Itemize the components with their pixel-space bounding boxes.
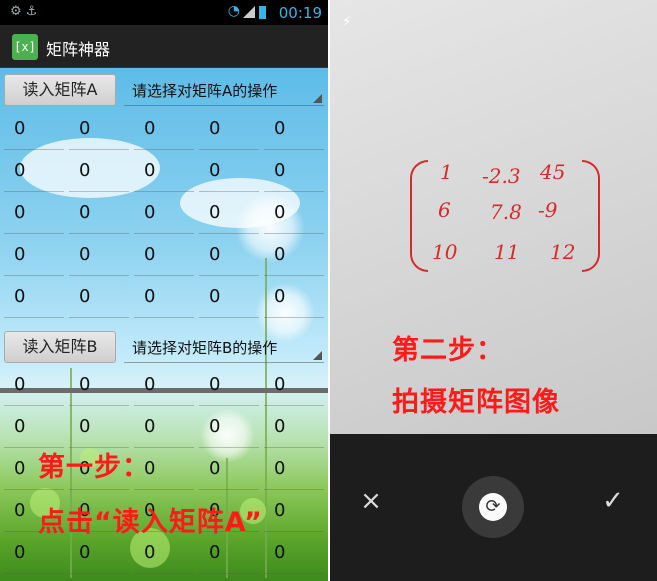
wifi-icon: ◔ <box>227 3 240 19</box>
step-one-title: 第一步： <box>38 452 150 483</box>
confirm-icon[interactable]: ✓ <box>598 486 628 516</box>
dropdown-arrow-icon <box>313 351 322 360</box>
matrix-cell-input[interactable]: 0 <box>134 196 194 234</box>
matrix-cell-input[interactable]: 0 <box>264 112 324 150</box>
matrix-cell-input[interactable]: 0 <box>4 410 64 448</box>
matrix-cell-input[interactable]: 0 <box>264 368 324 406</box>
matrix-cell-input[interactable]: 0 <box>199 112 259 150</box>
matrix-cell-input[interactable]: 0 <box>264 280 324 318</box>
status-bar: ⚙ ⚓ ◔ 00:19 <box>0 0 328 25</box>
matrix-cell-input[interactable]: 0 <box>134 112 194 150</box>
matrix-cell-input[interactable]: 0 <box>264 154 324 192</box>
matrix-cell-input[interactable]: 0 <box>4 368 64 406</box>
matrix-cell-input[interactable]: 0 <box>4 238 64 276</box>
matrix-cell-input[interactable]: 0 <box>4 154 64 192</box>
matrix-left-bracket <box>410 160 428 272</box>
matrix-b-header: 读入矩阵B 请选择对矩阵B的操作 <box>0 325 328 365</box>
matrix-cell-input[interactable]: 0 <box>199 410 259 448</box>
matrix-cell-input[interactable]: 0 <box>4 112 64 150</box>
main-content: 读入矩阵A 请选择对矩阵A的操作 00000000000000000000000… <box>0 68 328 581</box>
matrix-entry: 7.8 <box>490 200 522 224</box>
cancel-icon[interactable]: × <box>356 486 386 516</box>
matrix-b-operation-select[interactable]: 请选择对矩阵B的操作 <box>124 333 324 363</box>
matrix-cell-input[interactable]: 0 <box>264 410 324 448</box>
matrix-cell-input[interactable]: 0 <box>199 536 259 574</box>
matrix-cell-input[interactable]: 0 <box>69 112 129 150</box>
read-matrix-a-button[interactable]: 读入矩阵A <box>4 74 116 106</box>
matrix-cell-input[interactable]: 0 <box>264 494 324 532</box>
matrix-cell-input[interactable]: 0 <box>264 452 324 490</box>
matrix-cell-input[interactable]: 0 <box>134 238 194 276</box>
app-icon[interactable]: [x] <box>12 34 38 60</box>
retake-icon: ⟳ <box>479 493 507 521</box>
matrix-b-operation-label: 请选择对矩阵B的操作 <box>132 339 278 357</box>
matrix-cell-input[interactable]: 0 <box>199 154 259 192</box>
signal-icon <box>243 6 255 18</box>
matrix-right-bracket <box>582 160 600 272</box>
matrix-cell-input[interactable]: 0 <box>264 536 324 574</box>
matrix-cell-input[interactable]: 0 <box>69 368 129 406</box>
matrix-app-screen: ⚙ ⚓ ◔ 00:19 [x] 矩阵神器 读入矩阵A 请选择对矩阵A的操作 0 … <box>0 0 328 581</box>
action-bar: [x] 矩阵神器 <box>0 25 328 68</box>
matrix-cell-input[interactable]: 0 <box>69 196 129 234</box>
status-time: 00:19 <box>278 4 322 22</box>
matrix-cell-input[interactable]: 0 <box>199 368 259 406</box>
step-two-instruction: 拍摄矩阵图像 <box>392 387 560 418</box>
usb-debug-icon: ⚙ ⚓ <box>10 4 38 19</box>
matrix-entry: 12 <box>550 240 576 264</box>
battery-icon <box>259 6 266 19</box>
matrix-cell-input[interactable]: 0 <box>4 536 64 574</box>
read-matrix-b-button[interactable]: 读入矩阵B <box>4 331 116 363</box>
matrix-cell-input[interactable]: 0 <box>134 280 194 318</box>
dropdown-arrow-icon <box>313 94 322 103</box>
matrix-cell-input[interactable]: 0 <box>264 196 324 234</box>
matrix-cell-input[interactable]: 0 <box>69 536 129 574</box>
app-title: 矩阵神器 <box>46 40 111 59</box>
camera-screen: ⚡ 1 -2.3 45 6 7.8 -9 10 11 12 第二步： 拍摄矩阵图… <box>330 0 657 581</box>
matrix-cell-input[interactable]: 0 <box>134 536 194 574</box>
matrix-cell-input[interactable]: 0 <box>69 154 129 192</box>
camera-control-bar: × ⟳ ✓ <box>330 434 657 581</box>
matrix-cell-input[interactable]: 0 <box>4 196 64 234</box>
matrix-cell-input[interactable]: 0 <box>134 410 194 448</box>
step-one-instruction: 点击“读入矩阵A” <box>38 507 263 538</box>
matrix-a-header: 读入矩阵A 请选择对矩阵A的操作 <box>0 68 328 108</box>
step-two-title: 第二步： <box>392 335 504 366</box>
matrix-cell-input[interactable]: 0 <box>134 368 194 406</box>
matrix-entry: -9 <box>538 198 558 222</box>
matrix-entry: 1 <box>440 160 453 184</box>
matrix-cell-input[interactable]: 0 <box>69 238 129 276</box>
flash-auto-icon[interactable]: ⚡ <box>342 14 352 30</box>
matrix-entry: -2.3 <box>482 164 521 188</box>
matrix-entry: 11 <box>494 240 520 264</box>
matrix-entry: 6 <box>438 198 451 222</box>
matrix-cell-input[interactable]: 0 <box>264 238 324 276</box>
matrix-entry: 45 <box>540 160 566 184</box>
matrix-cell-input[interactable]: 0 <box>199 196 259 234</box>
matrix-cell-input[interactable]: 0 <box>134 154 194 192</box>
matrix-cell-input[interactable]: 0 <box>4 280 64 318</box>
retake-button[interactable]: ⟳ <box>462 476 524 538</box>
matrix-cell-input[interactable]: 0 <box>199 280 259 318</box>
matrix-a-operation-label: 请选择对矩阵A的操作 <box>132 82 278 100</box>
matrix-cell-input[interactable]: 0 <box>69 280 129 318</box>
matrix-cell-input[interactable]: 0 <box>199 238 259 276</box>
handwritten-matrix: 1 -2.3 45 6 7.8 -9 10 11 12 <box>410 160 600 280</box>
camera-preview: ⚡ 1 -2.3 45 6 7.8 -9 10 11 12 第二步： 拍摄矩阵图… <box>330 0 657 434</box>
matrix-entry: 10 <box>432 240 458 264</box>
matrix-cell-input[interactable]: 0 <box>199 452 259 490</box>
matrix-cell-input[interactable]: 0 <box>69 410 129 448</box>
matrix-a-operation-select[interactable]: 请选择对矩阵A的操作 <box>124 76 324 106</box>
